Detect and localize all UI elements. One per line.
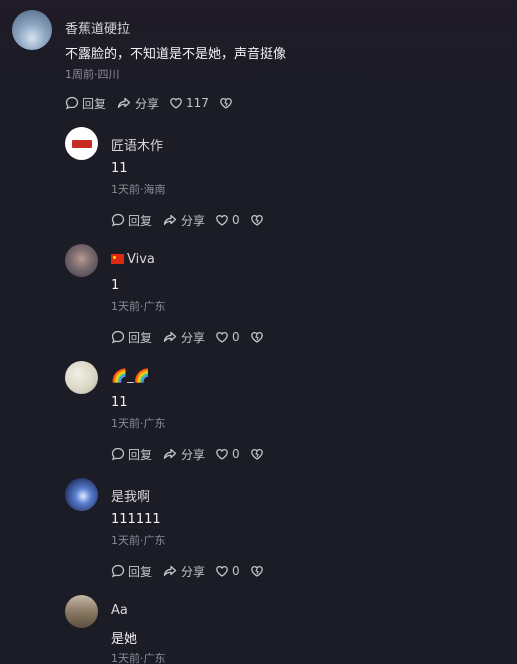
dislike-button[interactable] bbox=[250, 213, 264, 227]
share-button[interactable]: 分享 bbox=[162, 329, 205, 346]
dislike-button[interactable] bbox=[219, 96, 233, 110]
share-arrow-icon bbox=[163, 331, 177, 342]
share-arrow-icon bbox=[163, 214, 177, 225]
comment-actions: 回复 分享 0 bbox=[111, 211, 264, 229]
broken-heart-icon bbox=[250, 331, 263, 343]
share-arrow-icon bbox=[163, 565, 177, 576]
brand-logo-icon bbox=[71, 139, 92, 148]
comment-text: 1 bbox=[111, 278, 120, 293]
broken-heart-icon bbox=[220, 97, 232, 109]
comment-text: 是她 bbox=[111, 632, 138, 647]
heart-icon bbox=[216, 214, 228, 226]
reply-button[interactable]: 回复 bbox=[111, 329, 152, 346]
comment-actions: 回复 分享 0 bbox=[111, 328, 264, 346]
share-label: 分享 bbox=[181, 447, 206, 462]
reply-bubble-icon bbox=[111, 213, 125, 227]
avatar[interactable] bbox=[65, 595, 98, 628]
comment-meta: 1天前·广东 bbox=[111, 652, 166, 664]
comment-text: 111111 bbox=[111, 512, 161, 527]
like-button[interactable]: 0 bbox=[215, 447, 240, 461]
share-button[interactable]: 分享 bbox=[116, 95, 159, 112]
root-comment: 香蕉道硬拉 不露脸的，不知道是不是她，声音挺像 1周前·四川 回复 分享 117 bbox=[12, 10, 507, 112]
username-with-flag[interactable]: Viva bbox=[111, 252, 155, 267]
comment-actions: 回复 分享 0 bbox=[111, 445, 264, 463]
reply-comment: Viva 1 1天前·广东 回复 分享 0 bbox=[65, 244, 505, 349]
like-button[interactable]: 0 bbox=[215, 213, 240, 227]
like-count: 0 bbox=[232, 330, 240, 344]
comment-meta: 1天前·广东 bbox=[111, 534, 166, 547]
reply-comment: 匠语木作 11 1天前·海南 回复 分享 0 bbox=[65, 127, 505, 232]
heart-icon bbox=[216, 448, 228, 460]
heart-icon bbox=[170, 97, 182, 109]
share-arrow-icon bbox=[163, 448, 177, 459]
share-arrow-icon bbox=[117, 97, 131, 108]
share-label: 分享 bbox=[135, 96, 160, 111]
username[interactable]: Aa bbox=[111, 603, 128, 618]
reply-bubble-icon bbox=[111, 447, 125, 461]
share-button[interactable]: 分享 bbox=[162, 446, 205, 463]
reply-comment: Aa 是她 1天前·广东 bbox=[65, 595, 505, 664]
reply-button[interactable]: 回复 bbox=[65, 95, 106, 112]
like-count: 0 bbox=[232, 213, 240, 227]
broken-heart-icon bbox=[250, 448, 263, 460]
comment-meta: 1天前·广东 bbox=[111, 300, 166, 313]
comment-meta: 1周前·四川 bbox=[65, 68, 120, 81]
heart-icon bbox=[216, 331, 228, 343]
avatar[interactable] bbox=[65, 478, 98, 511]
avatar[interactable] bbox=[65, 127, 98, 160]
reply-bubble-icon bbox=[65, 96, 79, 110]
reply-bubble-icon bbox=[111, 330, 125, 344]
comment-actions: 回复 分享 0 bbox=[111, 562, 264, 580]
reply-button[interactable]: 回复 bbox=[111, 212, 152, 229]
username[interactable]: 🌈_🌈 bbox=[111, 369, 150, 384]
reply-label: 回复 bbox=[82, 96, 107, 111]
like-count: 0 bbox=[232, 564, 240, 578]
share-label: 分享 bbox=[181, 213, 206, 228]
reply-bubble-icon bbox=[111, 564, 125, 578]
username[interactable]: 香蕉道硬拉 bbox=[65, 18, 130, 37]
username[interactable]: 是我啊 bbox=[111, 486, 150, 505]
comment-text: 11 bbox=[111, 395, 128, 410]
share-label: 分享 bbox=[181, 330, 206, 345]
broken-heart-icon bbox=[250, 214, 263, 226]
avatar[interactable] bbox=[65, 361, 98, 394]
reply-comment: 是我啊 111111 1天前·广东 回复 分享 0 bbox=[65, 478, 505, 583]
comment-actions: 回复 分享 117 bbox=[65, 94, 233, 112]
username[interactable]: 匠语木作 bbox=[111, 135, 163, 154]
comment-thread: 香蕉道硬拉 不露脸的，不知道是不是她，声音挺像 1周前·四川 回复 分享 117… bbox=[0, 0, 517, 664]
avatar[interactable] bbox=[65, 244, 98, 277]
reply-label: 回复 bbox=[128, 447, 153, 462]
like-count: 0 bbox=[232, 447, 240, 461]
reply-button[interactable]: 回复 bbox=[111, 563, 152, 580]
reply-button[interactable]: 回复 bbox=[111, 446, 152, 463]
comment-meta: 1天前·广东 bbox=[111, 417, 166, 430]
like-button[interactable]: 0 bbox=[215, 330, 240, 344]
avatar[interactable] bbox=[12, 10, 52, 50]
china-flag-icon bbox=[111, 254, 124, 264]
broken-heart-icon bbox=[250, 565, 263, 577]
like-button[interactable]: 117 bbox=[169, 96, 209, 110]
comment-text: 11 bbox=[111, 161, 128, 176]
username: Viva bbox=[127, 252, 155, 267]
reply-label: 回复 bbox=[128, 330, 153, 345]
reply-label: 回复 bbox=[128, 213, 153, 228]
dislike-button[interactable] bbox=[250, 564, 264, 578]
like-count: 117 bbox=[186, 96, 209, 110]
like-button[interactable]: 0 bbox=[215, 564, 240, 578]
share-button[interactable]: 分享 bbox=[162, 563, 205, 580]
dislike-button[interactable] bbox=[250, 330, 264, 344]
comment-text: 不露脸的，不知道是不是她，声音挺像 bbox=[65, 47, 287, 62]
reply-label: 回复 bbox=[128, 564, 153, 579]
comment-meta: 1天前·海南 bbox=[111, 183, 166, 196]
reply-comment: 🌈_🌈 11 1天前·广东 回复 分享 0 bbox=[65, 361, 505, 466]
share-button[interactable]: 分享 bbox=[162, 212, 205, 229]
heart-icon bbox=[216, 565, 228, 577]
share-label: 分享 bbox=[181, 564, 206, 579]
dislike-button[interactable] bbox=[250, 447, 264, 461]
